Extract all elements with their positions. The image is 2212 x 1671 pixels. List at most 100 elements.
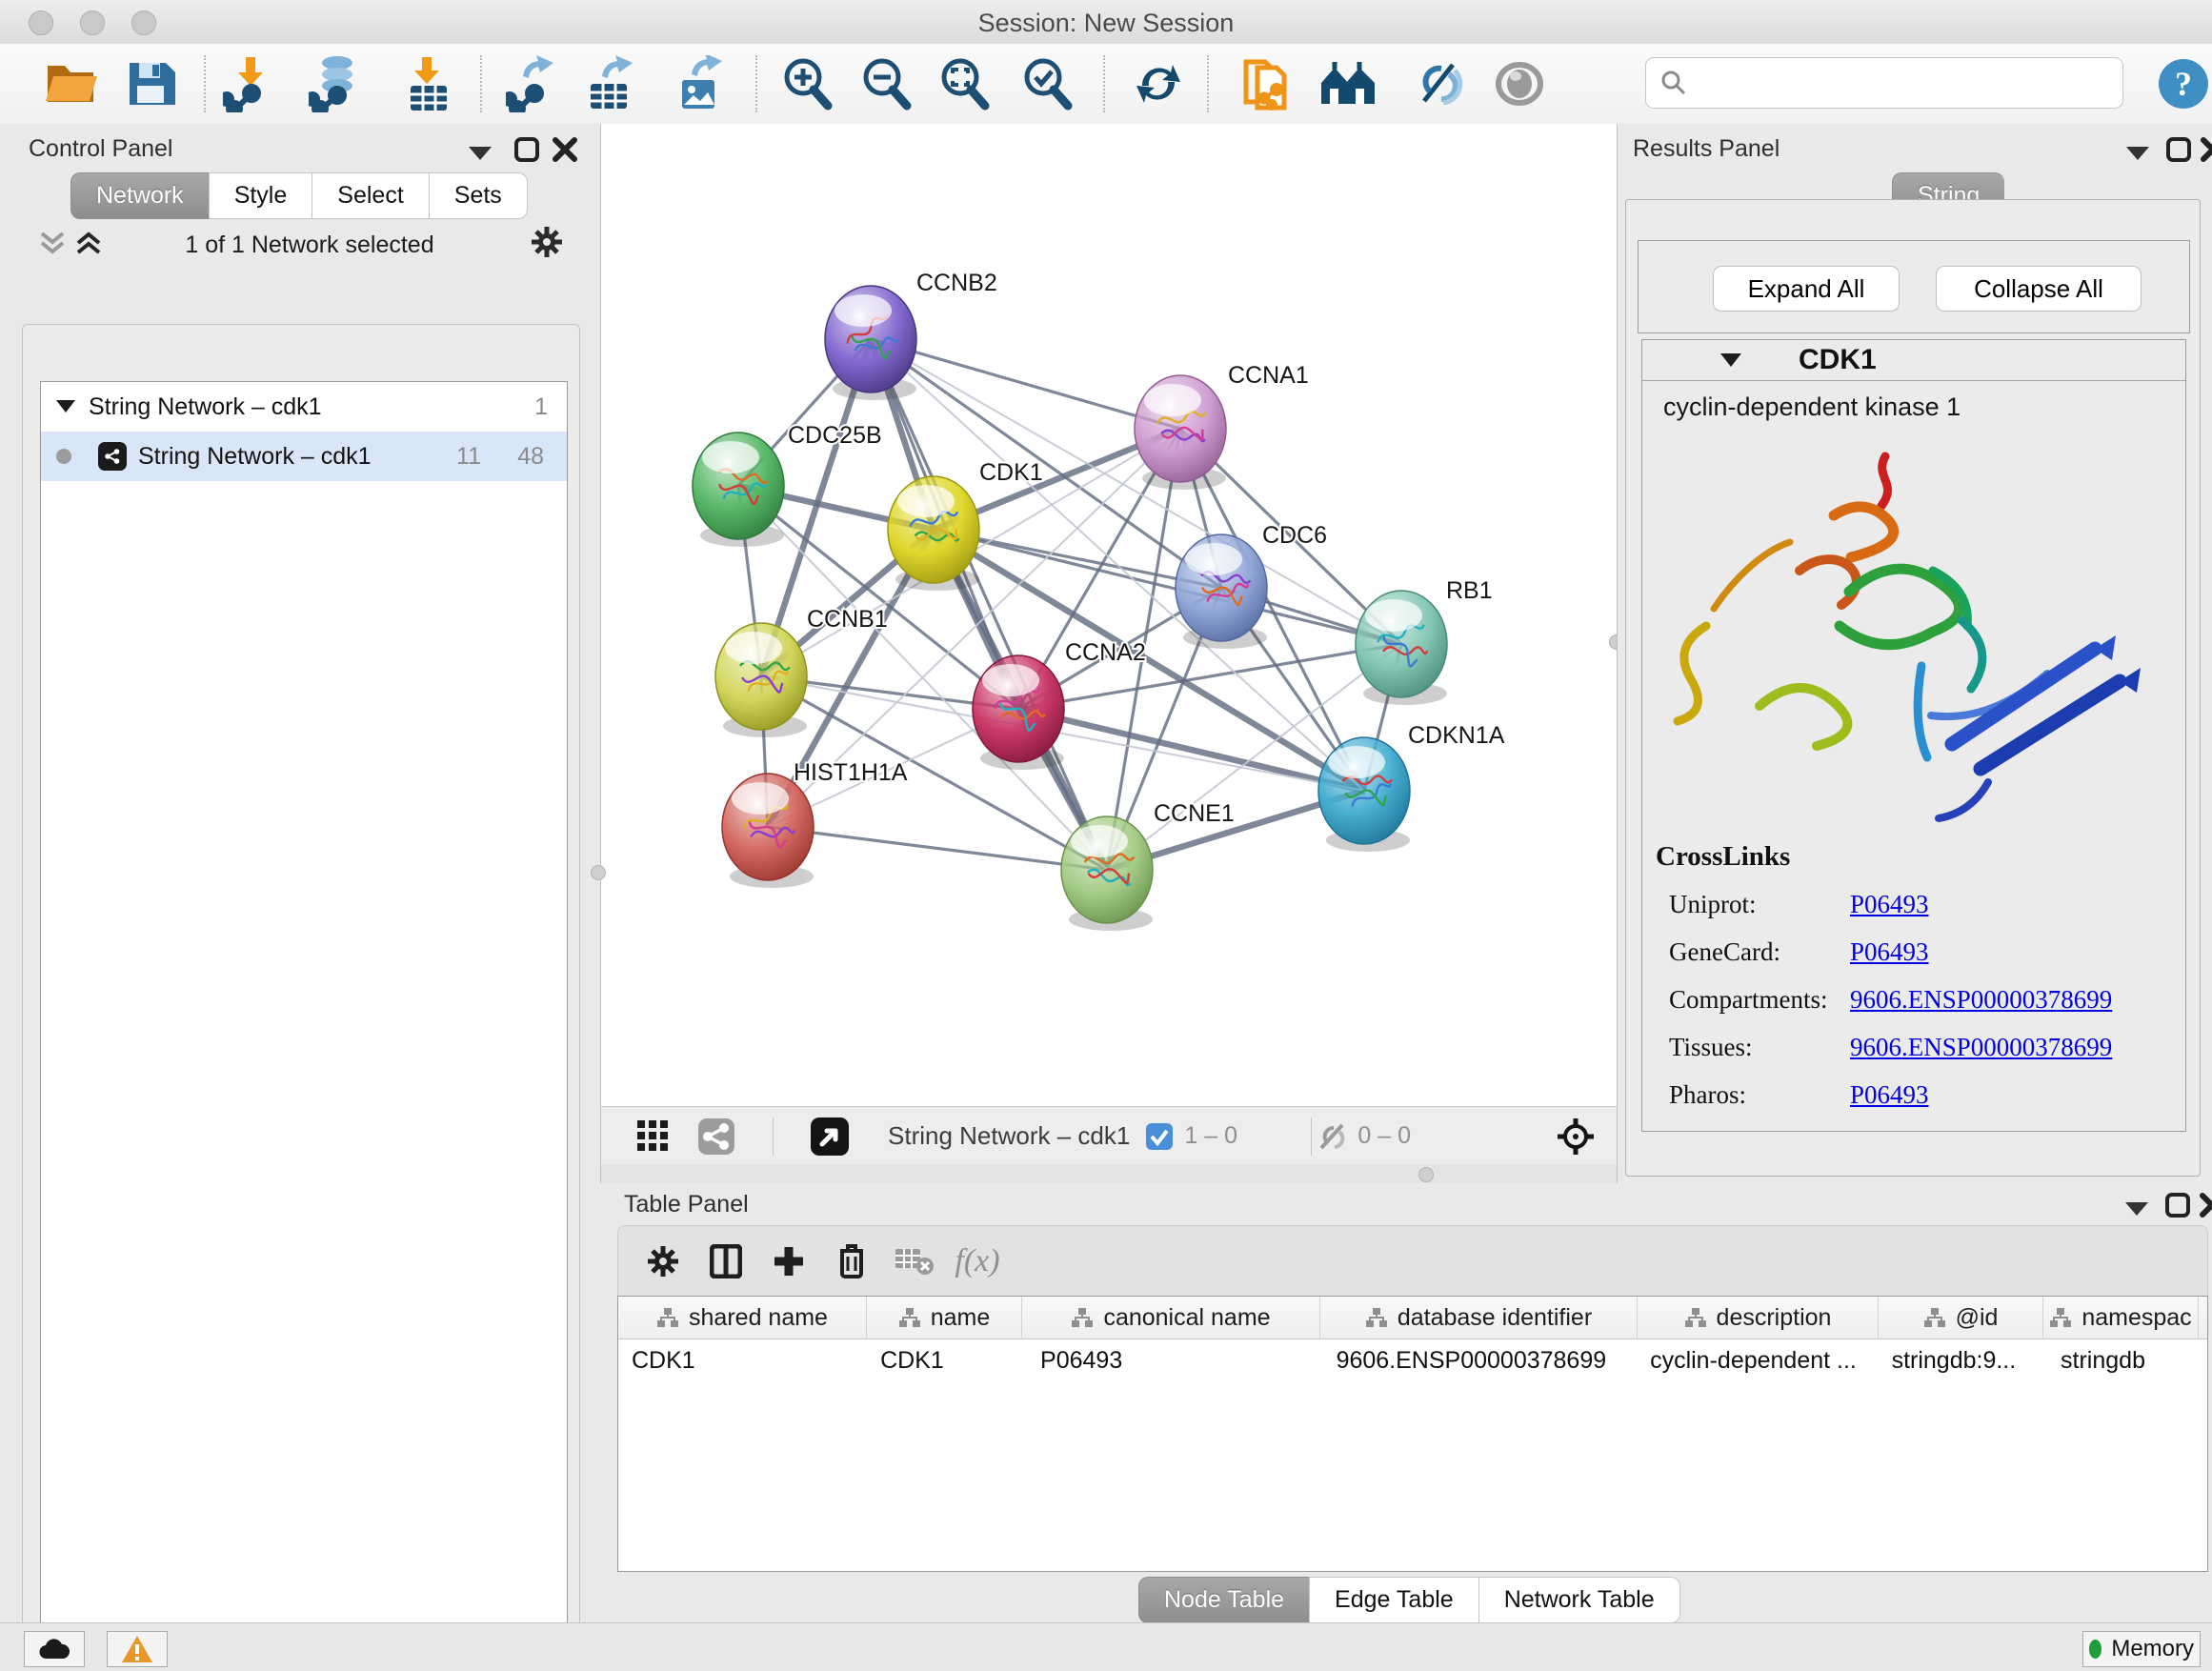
- table-cell[interactable]: 9606.ENSP00000378699: [1323, 1339, 1638, 1381]
- network-row[interactable]: String Network – cdk1 11 48: [41, 432, 567, 481]
- expand-all-button[interactable]: Expand All: [1713, 266, 1900, 312]
- crosslink-link[interactable]: 9606.ENSP00000378699: [1850, 1033, 2112, 1062]
- table-options-button[interactable]: [632, 1233, 694, 1290]
- splitter-handle[interactable]: [1418, 1167, 1434, 1182]
- tab-edge-table[interactable]: Edge Table: [1309, 1577, 1478, 1623]
- table-cell[interactable]: stringdb: [2047, 1339, 2207, 1381]
- help-button[interactable]: ?: [2151, 51, 2212, 116]
- node-CDKN1A[interactable]: [1318, 737, 1410, 852]
- collapse-all-networks-icon[interactable]: [38, 231, 67, 255]
- import-network-file-button[interactable]: [217, 51, 282, 116]
- enhanced-labels-toggle-button[interactable]: [1405, 51, 1470, 116]
- string-home-button[interactable]: [1316, 51, 1380, 116]
- gene-collapse-icon[interactable]: [1720, 353, 1741, 368]
- node-CCNA1[interactable]: [1135, 375, 1226, 490]
- expand-all-networks-icon[interactable]: [74, 231, 103, 255]
- table-row[interactable]: CDK1CDK1P064939606.ENSP00000378699cyclin…: [618, 1339, 2207, 1381]
- results-panel-menu-icon[interactable]: [2126, 147, 2149, 162]
- crosslink-link[interactable]: P06493: [1850, 890, 1929, 919]
- memory-button[interactable]: Memory: [2082, 1631, 2201, 1667]
- create-column-button[interactable]: [757, 1233, 820, 1290]
- node-CCNB2[interactable]: [825, 286, 916, 400]
- edge-CCNB2-CCNA1[interactable]: [871, 339, 1180, 429]
- open-session-button[interactable]: [39, 51, 104, 116]
- collapse-all-button[interactable]: Collapse All: [1936, 266, 2142, 312]
- zoom-in-button[interactable]: [774, 51, 839, 116]
- network-graph[interactable]: CCNB2CCNA1CDC25BCDK1CDC6RB1CCNB1CCNA2CDK…: [601, 124, 1617, 1106]
- delete-columns-button[interactable]: [820, 1233, 883, 1290]
- open-in-window-button[interactable]: [798, 1108, 861, 1165]
- column-header-database-identifier[interactable]: database identifier: [1320, 1297, 1638, 1339]
- export-image-button[interactable]: [668, 51, 733, 116]
- tab-sets[interactable]: Sets: [429, 172, 528, 219]
- edge-CCNA2-CDKN1A[interactable]: [1018, 709, 1364, 791]
- save-session-button[interactable]: [118, 51, 183, 116]
- export-table-button[interactable]: [578, 51, 643, 116]
- tab-network-table[interactable]: Network Table: [1478, 1577, 1680, 1623]
- control-panel-float-icon[interactable]: [514, 137, 539, 162]
- node-HIST1H1A[interactable]: [722, 774, 814, 888]
- node-RB1[interactable]: [1356, 591, 1447, 705]
- gene-header-row[interactable]: CDK1: [1642, 340, 2185, 381]
- table-cell[interactable]: stringdb:9...: [1879, 1339, 2047, 1381]
- zoom-out-button[interactable]: [854, 51, 918, 116]
- node-CDC6[interactable]: [1176, 534, 1267, 649]
- apply-layout-button[interactable]: [1126, 51, 1191, 116]
- zoom-selected-button[interactable]: [1015, 51, 1079, 116]
- glass-ball-toggle-button[interactable]: [1487, 51, 1552, 116]
- control-panel-menu-icon[interactable]: [469, 147, 492, 162]
- network-collection-row[interactable]: String Network – cdk1 1: [41, 382, 567, 432]
- left-splitter-handle[interactable]: [591, 865, 606, 880]
- tab-network[interactable]: Network: [70, 172, 209, 219]
- zoom-fit-button[interactable]: [932, 51, 996, 116]
- warnings-button[interactable]: [107, 1631, 168, 1667]
- show-columns-button[interactable]: [694, 1233, 757, 1290]
- network-options-gear-icon[interactable]: [530, 225, 564, 259]
- column-header-description[interactable]: description: [1638, 1297, 1879, 1339]
- string-import-button[interactable]: [1234, 51, 1298, 116]
- column-header-shared-name[interactable]: shared name: [618, 1297, 867, 1339]
- delete-table-button[interactable]: [883, 1233, 946, 1290]
- cloud-status-button[interactable]: [24, 1631, 85, 1667]
- table-cell[interactable]: P06493: [1027, 1339, 1323, 1381]
- results-panel-float-icon[interactable]: [2166, 137, 2191, 162]
- node-CCNB1[interactable]: [715, 623, 807, 737]
- table-cell[interactable]: CDK1: [618, 1339, 867, 1381]
- import-table-file-button[interactable]: [396, 51, 461, 116]
- collection-expand-icon[interactable]: [56, 400, 75, 413]
- crosslink-link[interactable]: P06493: [1850, 937, 1929, 967]
- node-CCNA2[interactable]: [973, 655, 1064, 770]
- tab-select[interactable]: Select: [312, 172, 428, 219]
- column-header-name[interactable]: name: [867, 1297, 1022, 1339]
- node-CDC25B[interactable]: [693, 433, 784, 547]
- control-panel-close-icon[interactable]: [553, 137, 577, 162]
- node-CDK1[interactable]: [888, 476, 979, 591]
- search-input[interactable]: [1696, 69, 2122, 98]
- network-canvas[interactable]: CCNB2CCNA1CDC25BCDK1CDC6RB1CCNB1CCNA2CDK…: [601, 124, 1617, 1106]
- network-overview-toggle-button[interactable]: [685, 1108, 748, 1165]
- tab-node-table[interactable]: Node Table: [1138, 1577, 1309, 1623]
- function-builder-button[interactable]: f(x): [946, 1233, 1009, 1290]
- import-network-database-button[interactable]: [303, 51, 368, 116]
- fit-selected-button[interactable]: [1544, 1108, 1607, 1165]
- birds-eye-view-button[interactable]: [622, 1108, 685, 1165]
- table-panel-float-icon[interactable]: [2165, 1193, 2190, 1218]
- zoom-selected-icon: [1020, 56, 1074, 111]
- export-network-button[interactable]: [500, 51, 565, 116]
- table-cell[interactable]: CDK1: [867, 1339, 1027, 1381]
- edge-HIST1H1A-CCNE1[interactable]: [768, 827, 1107, 870]
- selected-checkbox-icon[interactable]: [1146, 1123, 1173, 1150]
- column-header-namespac[interactable]: namespac: [2043, 1297, 2199, 1339]
- tab-style[interactable]: Style: [209, 172, 312, 219]
- table-panel-menu-icon[interactable]: [2125, 1202, 2148, 1218]
- column-header-canonical-name[interactable]: canonical name: [1022, 1297, 1320, 1339]
- table-cell[interactable]: cyclin-dependent ...: [1637, 1339, 1878, 1381]
- crosslink-link[interactable]: 9606.ENSP00000378699: [1850, 985, 2112, 1015]
- column-header--id[interactable]: @id: [1879, 1297, 2043, 1339]
- table-panel-close-icon[interactable]: [2200, 1193, 2212, 1218]
- edge-CDK1-RB1[interactable]: [934, 530, 1401, 644]
- crosslink-link[interactable]: P06493: [1850, 1080, 1929, 1110]
- edge-CCNB2-CCNE1[interactable]: [871, 339, 1107, 870]
- node-CCNE1[interactable]: [1061, 816, 1153, 931]
- results-panel-close-icon[interactable]: [2201, 137, 2212, 162]
